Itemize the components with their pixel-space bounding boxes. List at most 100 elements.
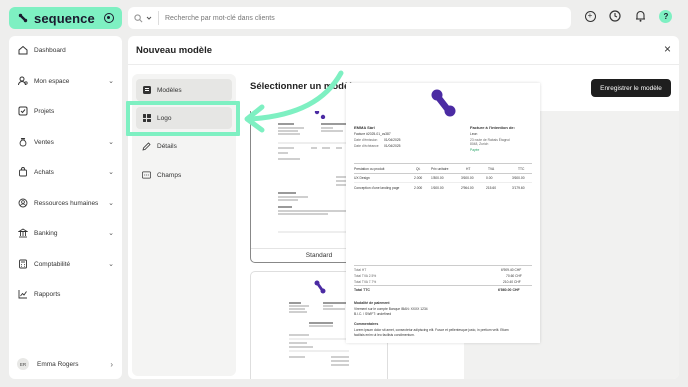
- chevron-down-icon[interactable]: ⌄: [108, 199, 114, 207]
- total-value: 210.40 CHF: [503, 280, 521, 284]
- chevron-down-icon[interactable]: ⌄: [108, 168, 114, 176]
- invoice-date-emission-label: Date d'émission: [354, 138, 378, 142]
- home-icon: [18, 45, 28, 55]
- table-header: TTC: [518, 167, 525, 171]
- table-cell: 3'600.00: [512, 176, 525, 180]
- top-actions: + ?: [583, 9, 673, 23]
- company-logo-icon: [431, 89, 456, 117]
- chevron-down-icon[interactable]: ⌄: [108, 138, 114, 146]
- sidebar-item-banking[interactable]: Banking ⌄: [9, 223, 122, 243]
- sidebar-item-projets[interactable]: Projets: [9, 101, 122, 121]
- sidebar-item-label: Projets: [34, 107, 55, 115]
- payment-title: Modalité de paiement: [354, 301, 390, 305]
- user-settings-icon: [18, 76, 28, 86]
- invoice-client: Leon: [470, 132, 478, 136]
- sidebar-item-label: Banking: [34, 229, 58, 237]
- chart-line-icon: [18, 289, 28, 299]
- pencil-icon: [142, 141, 151, 151]
- table-cell: UX Design: [354, 176, 370, 180]
- invoice-preview: EMMA Sàrl Facture #2025-01_cs387 Date d'…: [346, 83, 540, 343]
- sidebar-item-label: Achats: [34, 168, 54, 176]
- chevron-down-icon[interactable]: ⌄: [108, 260, 114, 268]
- total-label: Total TVA 2.5%: [354, 274, 377, 278]
- close-icon[interactable]: ×: [664, 43, 671, 55]
- help-icon[interactable]: ?: [659, 9, 673, 23]
- sidebar-item-mon-espace[interactable]: Mon espace ⌄: [9, 71, 122, 91]
- sidebar: Dashboard Mon espace ⌄ Projets Ventes ⌄ …: [9, 36, 122, 379]
- invoice-number: Facture #2025-01_cs387: [354, 132, 391, 136]
- table-cell: 3'179.60: [512, 186, 525, 190]
- template-icon: [142, 86, 151, 95]
- sidebar-item-label: Mon espace: [34, 77, 70, 85]
- total-label: Total TVA 7.7%: [354, 280, 377, 284]
- total-label: Total HT: [354, 268, 367, 272]
- table-cell: 2'964.00: [461, 186, 474, 190]
- template-logo-icon: [314, 111, 326, 119]
- chevron-down-icon[interactable]: ⌄: [108, 229, 114, 237]
- total-value: 70.60 CHF: [506, 274, 522, 278]
- sidebar-item-ventes[interactable]: Ventes ⌄: [9, 132, 122, 152]
- tab-label: Détails: [157, 142, 177, 150]
- section-title: Sélectionner un modèle: [250, 81, 358, 92]
- sidebar-item-achats[interactable]: Achats ⌄: [9, 162, 122, 182]
- table-header: Prix unitaire: [431, 167, 449, 171]
- chevron-right-icon[interactable]: ›: [110, 360, 113, 369]
- table-cell: 2.000: [414, 186, 423, 190]
- avatar: ER: [17, 358, 29, 370]
- table-header: TVA: [488, 167, 495, 171]
- total-value: 6'909.40 CHF: [501, 268, 522, 272]
- invoice-date-echeance-label: Date d'échéance: [354, 144, 379, 148]
- table-cell: 215.60: [486, 186, 497, 190]
- sequence-logo-icon: [18, 13, 28, 23]
- payment-text: Virement sur le compte Banque IBAN: XXXX…: [354, 307, 428, 311]
- tab-modeles[interactable]: Modèles: [136, 79, 232, 101]
- search-icon[interactable]: [128, 7, 158, 29]
- comments-text: Lorem ipsum dolor sit amet, consectetur …: [354, 328, 509, 332]
- invoice-address-2: 8048, Zurich: [470, 142, 489, 146]
- table-cell: 1'800.00: [431, 176, 444, 180]
- table-header: Qt.: [416, 167, 421, 171]
- checkbox-icon: [18, 106, 28, 116]
- total-ttc-label: Total TTC: [354, 288, 370, 292]
- sidebar-item-ressources-humaines[interactable]: Ressources humaines ⌄: [9, 193, 122, 213]
- logo-tab-highlight: [126, 101, 240, 136]
- bell-icon[interactable]: [634, 9, 648, 23]
- user-name: Emma Rogers: [37, 360, 79, 368]
- add-icon[interactable]: +: [583, 9, 597, 23]
- payment-text-2: B.I.C. / SWIFT: undefined: [354, 312, 392, 316]
- calculator-icon: [18, 259, 28, 269]
- tab-label: Modèles: [157, 86, 182, 94]
- search-input[interactable]: Recherche par mot-clé dans clients: [165, 15, 275, 22]
- sidebar-item-label: Ressources humaines: [34, 199, 99, 207]
- sidebar-item-comptabilite[interactable]: Comptabilité ⌄: [9, 254, 122, 274]
- invoice-date-echeance: 01/04/2025: [384, 144, 401, 148]
- template-logo-icon: [314, 280, 326, 294]
- invoice-date-emission: 01/04/2025: [384, 138, 401, 142]
- sidebar-item-label: Rapports: [34, 290, 61, 298]
- brand-logo[interactable]: sequence: [9, 7, 122, 29]
- tab-details[interactable]: Détails: [136, 135, 232, 157]
- bank-icon: [18, 228, 28, 238]
- money-bag-icon: [18, 137, 28, 147]
- invoice-attention: Facture à l'intention de:: [470, 125, 515, 130]
- table-cell: 0.00: [486, 176, 493, 180]
- sidebar-item-dashboard[interactable]: Dashboard: [9, 40, 122, 60]
- comments-title: Commentaires: [354, 322, 379, 326]
- brand-name: sequence: [34, 10, 95, 26]
- user-menu[interactable]: ER Emma Rogers ›: [9, 355, 122, 373]
- save-template-button[interactable]: Enregistrer le modèle: [591, 79, 671, 97]
- clock-icon[interactable]: [608, 9, 622, 23]
- table-cell: 2.000: [414, 176, 423, 180]
- table-header: Prestation ou produit: [354, 167, 385, 171]
- table-cell: 1'600.00: [431, 186, 444, 190]
- tab-label: Champs: [157, 171, 182, 179]
- sidebar-item-rapports[interactable]: Rapports: [9, 284, 122, 304]
- chevron-down-icon[interactable]: ⌄: [108, 77, 114, 85]
- sidebar-item-label: Comptabilité: [34, 260, 71, 268]
- table-header: HT: [466, 167, 471, 171]
- table-cell: Conception d'une landing page: [354, 186, 400, 190]
- table-cell: 3'600.00: [461, 176, 474, 180]
- search-bar[interactable]: Recherche par mot-clé dans clients: [128, 7, 571, 29]
- switch-icon[interactable]: [104, 13, 114, 23]
- tab-champs[interactable]: Champs: [136, 164, 232, 186]
